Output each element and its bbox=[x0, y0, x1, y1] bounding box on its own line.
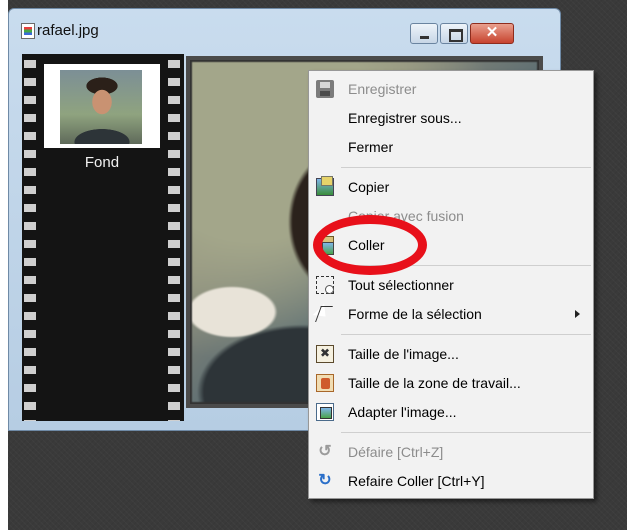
copy-icon bbox=[316, 176, 334, 196]
image-file-icon bbox=[21, 23, 35, 39]
menu-item-save-as[interactable]: Enregistrer sous... bbox=[309, 106, 593, 130]
menu-separator bbox=[341, 432, 591, 433]
menu-item-save[interactable]: Enregistrer bbox=[309, 77, 593, 101]
canvas-size-icon bbox=[316, 374, 334, 392]
window-titlebar[interactable]: rafael.jpg bbox=[21, 9, 401, 53]
close-button[interactable]: ✕ bbox=[470, 23, 514, 44]
menu-item-redo[interactable]: ↻ Refaire Coller [Ctrl+Y] bbox=[309, 469, 593, 493]
context-menu: Enregistrer Enregistrer sous... Fermer C… bbox=[308, 70, 594, 499]
menu-item-undo[interactable]: ↺ Défaire [Ctrl+Z] bbox=[309, 440, 593, 464]
menu-item-fit-image[interactable]: Adapter l'image... bbox=[309, 400, 593, 424]
undo-icon: ↺ bbox=[318, 443, 332, 460]
highlight-annotation-circle bbox=[313, 215, 427, 275]
layer-thumbnail[interactable] bbox=[44, 64, 160, 148]
window-title: rafael.jpg bbox=[37, 22, 99, 39]
filmstrip-perforations-left bbox=[24, 54, 36, 421]
menu-item-select-all[interactable]: Tout sélectionner bbox=[309, 273, 593, 297]
redo-icon: ↻ bbox=[318, 472, 332, 489]
maximize-button[interactable] bbox=[440, 23, 468, 44]
menu-item-image-size[interactable]: Taille de l'image... bbox=[309, 342, 593, 366]
fit-image-icon bbox=[316, 403, 334, 421]
layer-filmstrip: Fond bbox=[22, 54, 184, 421]
menu-separator bbox=[341, 334, 591, 335]
resize-image-icon bbox=[316, 345, 334, 363]
menu-item-canvas-size[interactable]: Taille de la zone de travail... bbox=[309, 371, 593, 395]
menu-item-close[interactable]: Fermer bbox=[309, 135, 593, 159]
close-icon: ✕ bbox=[485, 24, 499, 41]
floppy-icon bbox=[316, 80, 334, 98]
submenu-arrow-icon bbox=[575, 310, 580, 318]
filmstrip-perforations-right bbox=[168, 54, 180, 421]
layer-label: Fond bbox=[84, 154, 120, 171]
menu-item-copy[interactable]: Copier bbox=[309, 175, 593, 199]
minimize-button[interactable] bbox=[410, 23, 438, 44]
menu-item-selection-shape[interactable]: Forme de la sélection bbox=[309, 302, 593, 326]
select-all-icon bbox=[316, 276, 334, 294]
menu-separator bbox=[341, 167, 591, 168]
thumbnail-image bbox=[60, 70, 142, 144]
cursor-icon bbox=[316, 305, 334, 323]
